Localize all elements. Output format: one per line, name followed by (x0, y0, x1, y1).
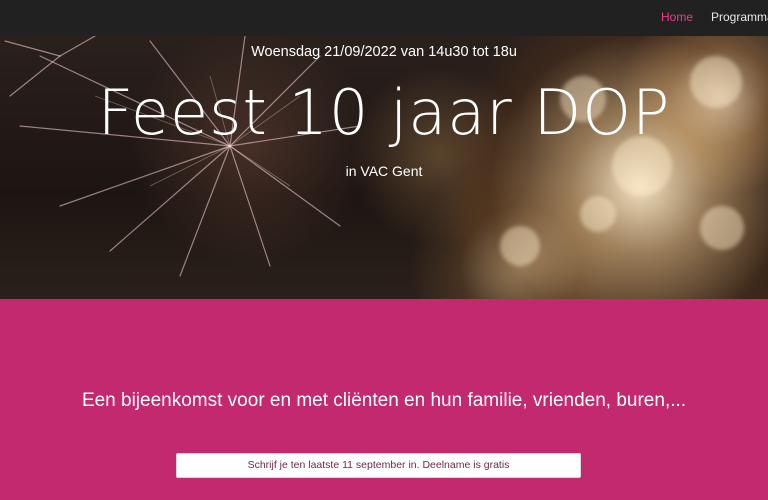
signup-button[interactable]: Schrijf je ten laatste 11 september in. … (176, 453, 581, 478)
bokeh-light (700, 206, 744, 250)
event-location: in VAC Gent (345, 163, 423, 179)
hero-banner: Woensdag 21/09/2022 van 14u30 tot 18u Fe… (0, 36, 768, 299)
top-navigation: Home Programma (0, 0, 768, 36)
nav-link-home[interactable]: Home (661, 10, 693, 24)
nav-link-programma[interactable]: Programma (711, 10, 768, 24)
bokeh-light (500, 226, 540, 266)
page-title: Feest 10 jaar DOP (97, 76, 671, 149)
event-date: Woensdag 21/09/2022 van 14u30 tot 18u (251, 44, 517, 60)
bokeh-light (580, 196, 616, 232)
intro-text: Een bijeenkomst voor en met cliënten en … (81, 390, 687, 411)
